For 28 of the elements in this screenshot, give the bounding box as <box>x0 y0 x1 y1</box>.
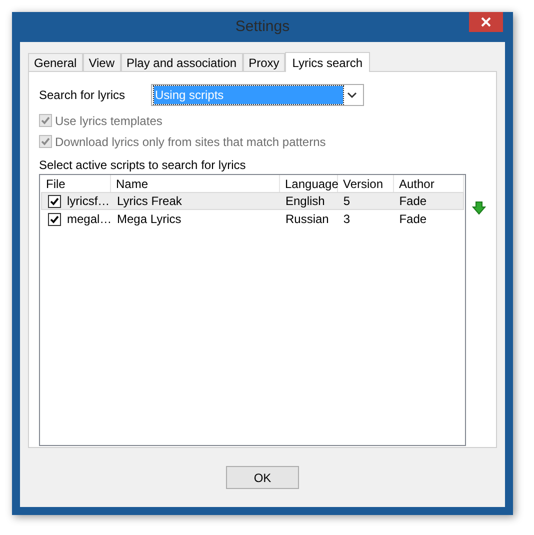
section-label: Select active scripts to search for lyrics <box>39 157 247 172</box>
table-cell-text: Mega Lyrics <box>117 211 182 228</box>
tab[interactable]: General <box>28 53 83 71</box>
close-icon <box>481 17 491 27</box>
table-cell-text: Fade <box>399 193 427 210</box>
ok-button[interactable]: OK <box>226 466 299 489</box>
close-button[interactable] <box>469 12 503 32</box>
tab[interactable]: Lyrics search <box>285 52 370 72</box>
table-row[interactable]: lyricsf… Lyrics Freak English 5 Fade <box>41 192 464 210</box>
table-cell-text: Lyrics Freak <box>117 193 182 210</box>
table-cell-text: Russian <box>285 211 329 228</box>
table-cell-text: 5 <box>343 193 350 210</box>
table-cell-text: megal… <box>67 211 112 228</box>
checkbox-label: Download lyrics only from sites that match patterns <box>55 134 326 150</box>
checkbox[interactable] <box>48 212 61 226</box>
tab[interactable]: Play and association <box>120 53 243 71</box>
tab[interactable]: View <box>82 53 120 71</box>
table-cell-text: Fade <box>399 211 427 228</box>
table-cell-text: lyricsf… <box>67 193 110 210</box>
table-cell-text: English <box>285 193 325 210</box>
window-title: Settings <box>235 16 290 37</box>
checkbox-label: Use lyrics templates <box>55 112 162 130</box>
down-arrow-icon[interactable] <box>472 201 486 215</box>
table-cell-text: 3 <box>343 211 350 228</box>
table-row[interactable]: megal… Mega Lyrics Russian 3 Fade <box>41 210 464 228</box>
tab[interactable]: Proxy <box>242 53 286 71</box>
field-label: Search for lyrics <box>39 87 126 104</box>
checkbox[interactable] <box>48 194 61 208</box>
